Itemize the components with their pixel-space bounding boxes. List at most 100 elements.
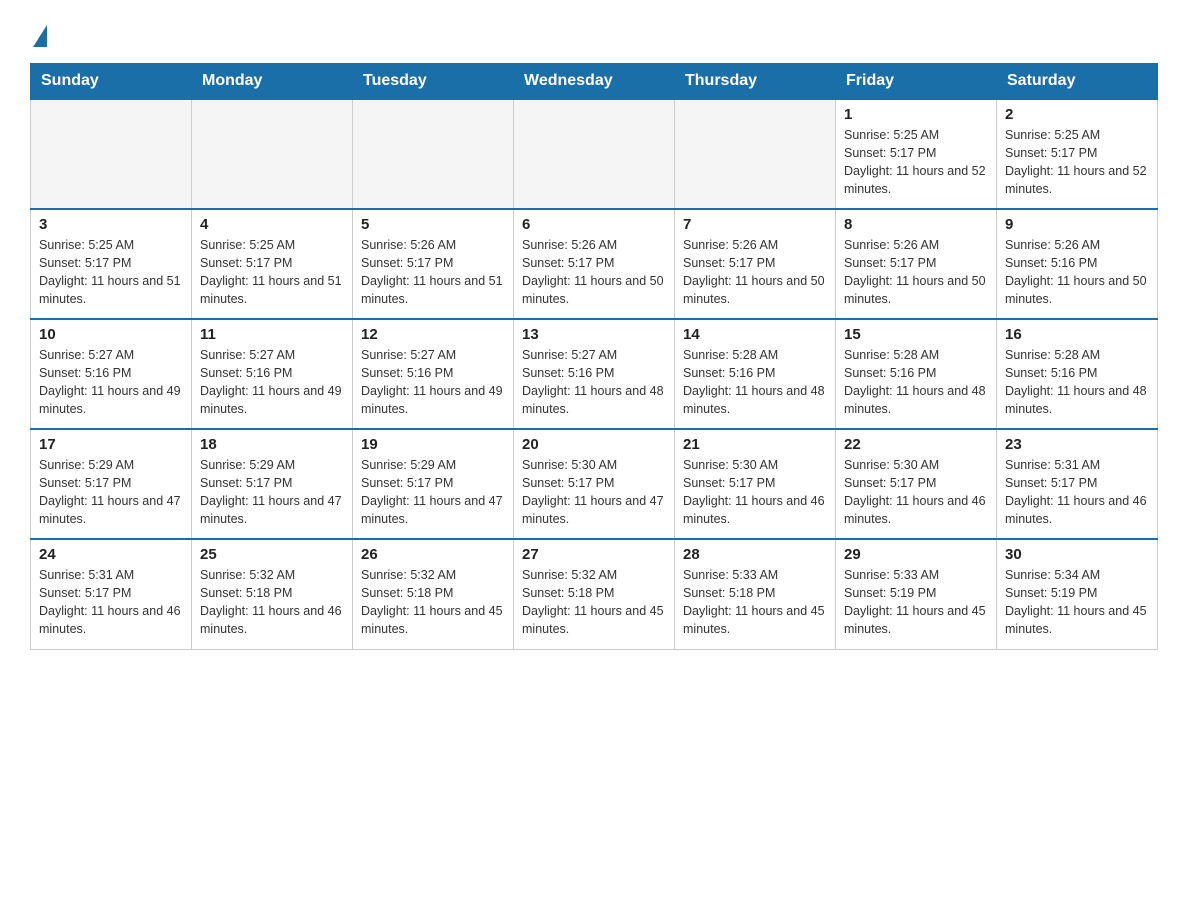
calendar-cell: 23 Sunrise: 5:31 AM Sunset: 5:17 PM Dayli… — [997, 429, 1158, 539]
calendar-cell: 25 Sunrise: 5:32 AM Sunset: 5:18 PM Dayli… — [192, 539, 353, 649]
day-number: 7 — [683, 216, 827, 233]
day-number: 10 — [39, 326, 183, 343]
day-info: Sunrise: 5:29 AM Sunset: 5:17 PM Dayligh… — [361, 456, 505, 529]
day-info: Sunrise: 5:30 AM Sunset: 5:17 PM Dayligh… — [683, 456, 827, 529]
day-number: 13 — [522, 326, 666, 343]
calendar-cell: 10 Sunrise: 5:27 AM Sunset: 5:16 PM Dayli… — [31, 319, 192, 429]
day-number: 18 — [200, 436, 344, 453]
page-header — [30, 20, 1158, 45]
day-info: Sunrise: 5:26 AM Sunset: 5:17 PM Dayligh… — [683, 236, 827, 309]
weekday-header-thursday: Thursday — [675, 64, 836, 100]
day-info: Sunrise: 5:34 AM Sunset: 5:19 PM Dayligh… — [1005, 566, 1149, 639]
calendar-cell: 30Sunrise: 5:34 AM Sunset: 5:19 PM Dayli… — [997, 539, 1158, 649]
day-number: 14 — [683, 326, 827, 343]
calendar-cell: 4Sunrise: 5:25 AM Sunset: 5:17 PM Daylig… — [192, 209, 353, 319]
calendar-cell — [675, 99, 836, 209]
day-number: 29 — [844, 546, 988, 563]
calendar-cell: 21 Sunrise: 5:30 AM Sunset: 5:17 PM Dayli… — [675, 429, 836, 539]
calendar-cell: 8 Sunrise: 5:26 AM Sunset: 5:17 PM Daylig… — [836, 209, 997, 319]
calendar-cell: 1 Sunrise: 5:25 AM Sunset: 5:17 PM Daylig… — [836, 99, 997, 209]
day-info: Sunrise: 5:32 AM Sunset: 5:18 PM Dayligh… — [361, 566, 505, 639]
calendar-cell: 2 Sunrise: 5:25 AM Sunset: 5:17 PM Daylig… — [997, 99, 1158, 209]
day-info: Sunrise: 5:25 AM Sunset: 5:17 PM Dayligh… — [844, 126, 988, 199]
week-row-4: 17 Sunrise: 5:29 AM Sunset: 5:17 PM Dayli… — [31, 429, 1158, 539]
day-info: Sunrise: 5:26 AM Sunset: 5:17 PM Dayligh… — [844, 236, 988, 309]
calendar-cell: 7 Sunrise: 5:26 AM Sunset: 5:17 PM Daylig… — [675, 209, 836, 319]
day-number: 26 — [361, 546, 505, 563]
day-number: 2 — [1005, 106, 1149, 123]
calendar-cell: 9Sunrise: 5:26 AM Sunset: 5:16 PM Daylig… — [997, 209, 1158, 319]
calendar-cell: 13 Sunrise: 5:27 AM Sunset: 5:16 PM Dayli… — [514, 319, 675, 429]
week-row-2: 3Sunrise: 5:25 AM Sunset: 5:17 PM Daylig… — [31, 209, 1158, 319]
day-info: Sunrise: 5:27 AM Sunset: 5:16 PM Dayligh… — [361, 346, 505, 419]
day-info: Sunrise: 5:28 AM Sunset: 5:16 PM Dayligh… — [844, 346, 988, 419]
calendar-cell: 15 Sunrise: 5:28 AM Sunset: 5:16 PM Dayli… — [836, 319, 997, 429]
day-number: 19 — [361, 436, 505, 453]
calendar-cell: 17Sunrise: 5:29 AM Sunset: 5:17 PM Dayli… — [31, 429, 192, 539]
calendar-cell — [353, 99, 514, 209]
calendar-cell: 24 Sunrise: 5:31 AM Sunset: 5:17 PM Dayli… — [31, 539, 192, 649]
calendar-cell: 5 Sunrise: 5:26 AM Sunset: 5:17 PM Daylig… — [353, 209, 514, 319]
day-info: Sunrise: 5:31 AM Sunset: 5:17 PM Dayligh… — [39, 566, 183, 639]
day-number: 4 — [200, 216, 344, 233]
day-info: Sunrise: 5:27 AM Sunset: 5:16 PM Dayligh… — [39, 346, 183, 419]
day-info: Sunrise: 5:33 AM Sunset: 5:19 PM Dayligh… — [844, 566, 988, 639]
day-info: Sunrise: 5:30 AM Sunset: 5:17 PM Dayligh… — [522, 456, 666, 529]
day-number: 24 — [39, 546, 183, 563]
day-info: Sunrise: 5:26 AM Sunset: 5:17 PM Dayligh… — [361, 236, 505, 309]
calendar-cell: 19 Sunrise: 5:29 AM Sunset: 5:17 PM Dayli… — [353, 429, 514, 539]
day-info: Sunrise: 5:30 AM Sunset: 5:17 PM Dayligh… — [844, 456, 988, 529]
logo — [30, 20, 47, 45]
calendar-cell — [192, 99, 353, 209]
day-info: Sunrise: 5:27 AM Sunset: 5:16 PM Dayligh… — [200, 346, 344, 419]
day-info: Sunrise: 5:32 AM Sunset: 5:18 PM Dayligh… — [200, 566, 344, 639]
calendar-cell: 18 Sunrise: 5:29 AM Sunset: 5:17 PM Dayli… — [192, 429, 353, 539]
calendar-cell: 6 Sunrise: 5:26 AM Sunset: 5:17 PM Daylig… — [514, 209, 675, 319]
day-number: 8 — [844, 216, 988, 233]
day-number: 1 — [844, 106, 988, 123]
day-number: 9 — [1005, 216, 1149, 233]
weekday-header-saturday: Saturday — [997, 64, 1158, 100]
calendar-cell: 22 Sunrise: 5:30 AM Sunset: 5:17 PM Dayli… — [836, 429, 997, 539]
calendar-cell: 29 Sunrise: 5:33 AM Sunset: 5:19 PM Dayli… — [836, 539, 997, 649]
week-row-3: 10 Sunrise: 5:27 AM Sunset: 5:16 PM Dayli… — [31, 319, 1158, 429]
day-number: 17 — [39, 436, 183, 453]
calendar-cell: 27 Sunrise: 5:32 AM Sunset: 5:18 PM Dayli… — [514, 539, 675, 649]
week-row-5: 24 Sunrise: 5:31 AM Sunset: 5:17 PM Dayli… — [31, 539, 1158, 649]
calendar-cell — [514, 99, 675, 209]
day-number: 15 — [844, 326, 988, 343]
day-number: 12 — [361, 326, 505, 343]
day-number: 5 — [361, 216, 505, 233]
calendar-cell: 26 Sunrise: 5:32 AM Sunset: 5:18 PM Dayli… — [353, 539, 514, 649]
calendar-cell: 12 Sunrise: 5:27 AM Sunset: 5:16 PM Dayli… — [353, 319, 514, 429]
day-number: 22 — [844, 436, 988, 453]
day-info: Sunrise: 5:28 AM Sunset: 5:16 PM Dayligh… — [683, 346, 827, 419]
calendar-cell: 16 Sunrise: 5:28 AM Sunset: 5:16 PM Dayli… — [997, 319, 1158, 429]
day-number: 23 — [1005, 436, 1149, 453]
day-number: 16 — [1005, 326, 1149, 343]
day-info: Sunrise: 5:26 AM Sunset: 5:17 PM Dayligh… — [522, 236, 666, 309]
weekday-header-wednesday: Wednesday — [514, 64, 675, 100]
calendar-cell: 11 Sunrise: 5:27 AM Sunset: 5:16 PM Dayli… — [192, 319, 353, 429]
day-info: Sunrise: 5:28 AM Sunset: 5:16 PM Dayligh… — [1005, 346, 1149, 419]
calendar-cell — [31, 99, 192, 209]
day-info: Sunrise: 5:25 AM Sunset: 5:17 PM Dayligh… — [1005, 126, 1149, 199]
day-number: 6 — [522, 216, 666, 233]
calendar-cell: 28Sunrise: 5:33 AM Sunset: 5:18 PM Dayli… — [675, 539, 836, 649]
day-info: Sunrise: 5:25 AM Sunset: 5:17 PM Dayligh… — [39, 236, 183, 309]
day-info: Sunrise: 5:31 AM Sunset: 5:17 PM Dayligh… — [1005, 456, 1149, 529]
day-info: Sunrise: 5:29 AM Sunset: 5:17 PM Dayligh… — [200, 456, 344, 529]
logo-triangle-icon — [33, 25, 47, 47]
day-number: 11 — [200, 326, 344, 343]
week-row-1: 1 Sunrise: 5:25 AM Sunset: 5:17 PM Daylig… — [31, 99, 1158, 209]
day-number: 21 — [683, 436, 827, 453]
weekday-header-sunday: Sunday — [31, 64, 192, 100]
calendar-table: SundayMondayTuesdayWednesdayThursdayFrid… — [30, 63, 1158, 650]
day-number: 25 — [200, 546, 344, 563]
calendar-cell: 20Sunrise: 5:30 AM Sunset: 5:17 PM Dayli… — [514, 429, 675, 539]
day-info: Sunrise: 5:32 AM Sunset: 5:18 PM Dayligh… — [522, 566, 666, 639]
day-info: Sunrise: 5:27 AM Sunset: 5:16 PM Dayligh… — [522, 346, 666, 419]
weekday-header-friday: Friday — [836, 64, 997, 100]
day-info: Sunrise: 5:33 AM Sunset: 5:18 PM Dayligh… — [683, 566, 827, 639]
day-number: 27 — [522, 546, 666, 563]
